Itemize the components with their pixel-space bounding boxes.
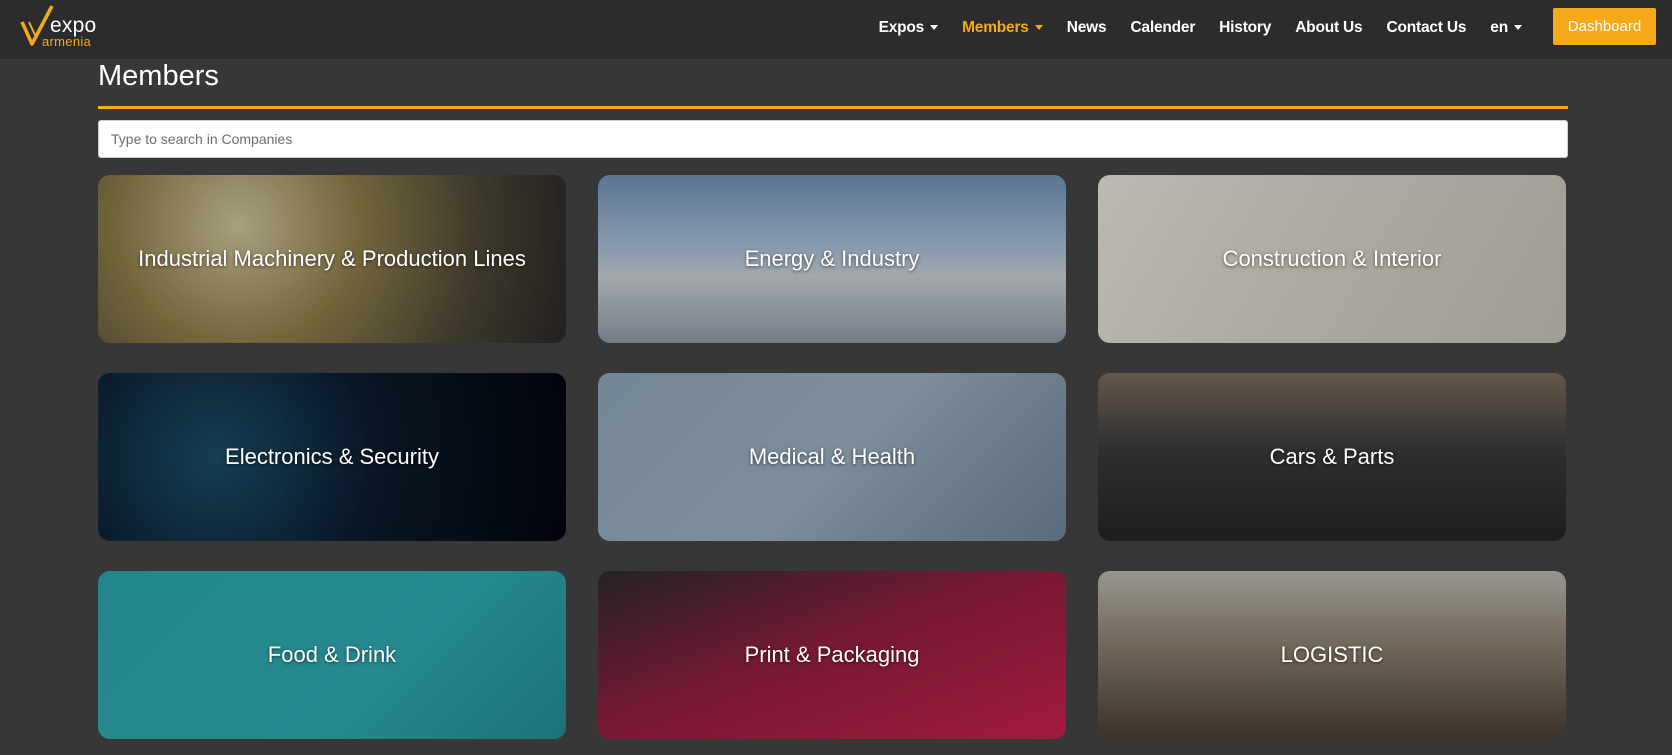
category-card-logistic[interactable]: LOGISTIC: [1098, 571, 1566, 739]
category-label: Print & Packaging: [744, 642, 920, 667]
category-label: Medical & Health: [748, 444, 916, 469]
language-selector[interactable]: en: [1490, 19, 1522, 37]
nav-news-label: News: [1066, 18, 1107, 36]
nav-about-us-label: About Us: [1295, 18, 1363, 36]
category-label: Construction & Interior: [1222, 246, 1442, 271]
nav-news[interactable]: News: [1067, 19, 1107, 37]
page-title: Members: [98, 60, 219, 92]
category-card-construction-interior[interactable]: Construction & Interior: [1098, 175, 1566, 343]
category-label: LOGISTIC: [1280, 642, 1384, 667]
category-card-industrial-machinery[interactable]: Industrial Machinery & Production Lines: [98, 175, 566, 343]
chevron-down-icon: [1034, 25, 1043, 30]
nav-contact-us[interactable]: Contact Us: [1386, 19, 1466, 37]
company-search-input[interactable]: [98, 120, 1568, 158]
category-card-energy-industry[interactable]: Energy & Industry: [598, 175, 1066, 343]
nav-calender[interactable]: Calender: [1130, 19, 1195, 37]
nav-members[interactable]: Members: [962, 19, 1043, 37]
nav-contact-us-label: Contact Us: [1386, 18, 1467, 36]
expo-armenia-logo[interactable]: expo armenia: [20, 4, 110, 50]
logo-text-armenia: armenia: [42, 34, 92, 49]
category-card-medical-health[interactable]: Medical & Health: [598, 373, 1066, 541]
main-nav: Expos Members News Calender History Abou…: [855, 0, 1522, 55]
nav-calender-label: Calender: [1130, 18, 1196, 36]
language-label: en: [1490, 18, 1508, 36]
dashboard-button[interactable]: Dashboard: [1553, 8, 1656, 45]
nav-history-label: History: [1219, 18, 1272, 36]
category-label: Food & Drink: [267, 642, 397, 667]
nav-about-us[interactable]: About Us: [1295, 19, 1362, 37]
nav-members-label: Members: [962, 18, 1029, 36]
category-card-cars-parts[interactable]: Cars & Parts: [1098, 373, 1566, 541]
chevron-down-icon: [1514, 25, 1522, 30]
category-card-print-packaging[interactable]: Print & Packaging: [598, 571, 1066, 739]
category-label: Electronics & Security: [225, 444, 439, 469]
chevron-down-icon: [930, 25, 939, 30]
nav-history[interactable]: History: [1219, 19, 1271, 37]
category-label: Energy & Industry: [744, 246, 920, 271]
nav-expos[interactable]: Expos: [879, 19, 939, 37]
top-navbar: expo armenia Expos Members News Calender…: [0, 0, 1672, 59]
category-card-food-drink[interactable]: Food & Drink: [98, 571, 566, 739]
category-label: Industrial Machinery & Production Lines: [138, 246, 526, 271]
category-label: Cars & Parts: [1269, 444, 1395, 469]
nav-expos-label: Expos: [878, 18, 925, 36]
category-card-electronics-security[interactable]: Electronics & Security: [98, 373, 566, 541]
title-divider: [98, 106, 1568, 109]
